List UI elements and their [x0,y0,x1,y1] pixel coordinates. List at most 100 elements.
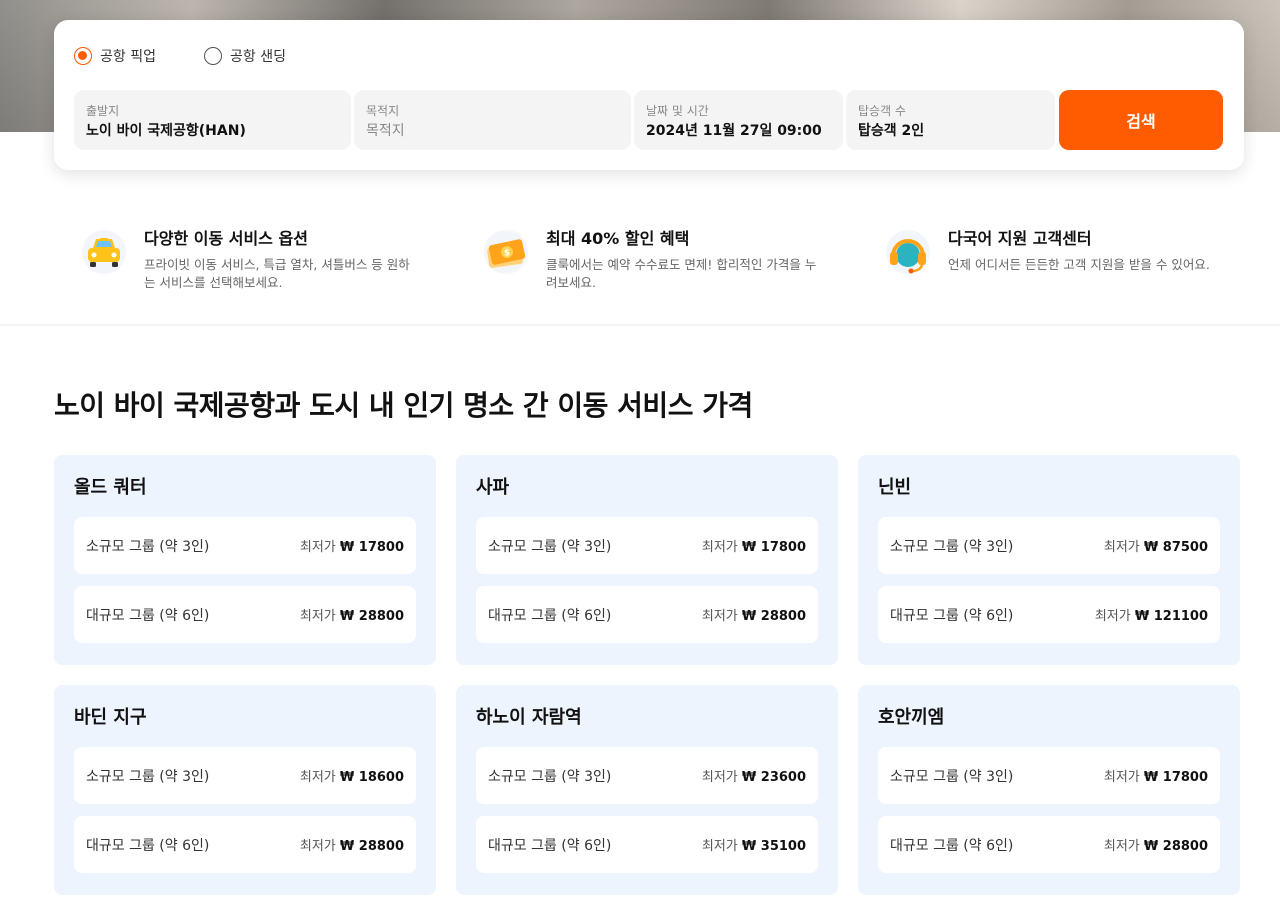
destination-name: 바딘 지구 [74,707,147,728]
destination-field[interactable]: 목적지 목적지 [354,90,631,150]
destination-card: 올드 쿼터 소규모 그룹 (약 3인) 최저가 ₩ 17800 대규모 그룹 (… [54,455,436,665]
lowest-price: 최저가 ₩ 35100 [702,835,806,854]
headset-icon [886,230,930,274]
price-value: ₩ 23600 [741,770,806,785]
feature-item: 다양한 이동 서비스 옵션 프라이빗 이동 서비스, 특급 열차, 셔틀버스 등… [80,228,414,292]
price-row[interactable]: 대규모 그룹 (약 6인) 최저가 ₩ 28800 [476,586,818,643]
lowest-price: 최저가 ₩ 23600 [702,766,806,785]
lowest-price: 최저가 ₩ 28800 [300,605,404,624]
lowest-price: 최저가 ₩ 28800 [702,605,806,624]
price-prefix: 최저가 [701,770,742,785]
price-prefix: 최저가 [1094,609,1135,624]
passengers-value: 탑승객 2인 [858,123,925,139]
destination-card: 사파 소규모 그룹 (약 3인) 최저가 ₩ 17800 대규모 그룹 (약 6… [456,455,838,665]
section-divider [0,324,1280,326]
price-prefix: 최저가 [701,839,742,854]
price-row[interactable]: 소규모 그룹 (약 3인) 최저가 ₩ 17800 [476,517,818,574]
airport-pickup-radio[interactable]: 공항 픽업 [74,46,156,66]
price-row[interactable]: 대규모 그룹 (약 6인) 최저가 ₩ 121100 [878,586,1220,643]
price-value: ₩ 28800 [339,609,404,624]
group-size-label: 대규모 그룹 (약 6인) [890,837,1014,854]
destination-name: 올드 쿼터 [74,477,147,498]
group-size-label: 소규모 그룹 (약 3인) [86,538,210,555]
group-size-label: 소규모 그룹 (약 3인) [488,538,612,555]
destination-name: 사파 [476,477,510,498]
price-prefix: 최저가 [1103,839,1144,854]
lowest-price: 최저가 ₩ 28800 [1104,835,1208,854]
passengers-label: 탑승객 수 [858,104,906,118]
car-icon [82,230,126,274]
origin-label: 출발지 [86,104,120,118]
lowest-price: 최저가 ₩ 87500 [1104,536,1208,555]
destination-name: 하노이 자람역 [476,707,582,728]
origin-value: 노이 바이 국제공항(HAN) [86,123,246,139]
lowest-price: 최저가 ₩ 121100 [1095,605,1208,624]
price-value: ₩ 17800 [339,540,404,555]
destination-card: 하노이 자람역 소규모 그룹 (약 3인) 최저가 ₩ 23600 대규모 그룹… [456,685,838,895]
lowest-price: 최저가 ₩ 28800 [300,835,404,854]
group-size-label: 소규모 그룹 (약 3인) [86,768,210,785]
destination-card: 호안끼엠 소규모 그룹 (약 3인) 최저가 ₩ 17800 대규모 그룹 (약… [858,685,1240,895]
group-size-label: 대규모 그룹 (약 6인) [890,607,1014,624]
price-value: ₩ 17800 [1143,770,1208,785]
destination-label: 목적지 [366,104,400,118]
feature-title: 다국어 지원 고객센터 [948,229,1092,248]
group-size-label: 소규모 그룹 (약 3인) [488,768,612,785]
lowest-price: 최저가 ₩ 17800 [300,536,404,555]
price-row[interactable]: 대규모 그룹 (약 6인) 최저가 ₩ 28800 [878,816,1220,873]
destination-card: 바딘 지구 소규모 그룹 (약 3인) 최저가 ₩ 18600 대규모 그룹 (… [54,685,436,895]
trip-type-radio-group: 공항 픽업 공항 샌딩 [74,46,286,66]
price-row[interactable]: 소규모 그룹 (약 3인) 최저가 ₩ 17800 [74,517,416,574]
lowest-price: 최저가 ₩ 17800 [702,536,806,555]
datetime-label: 날짜 및 시간 [646,104,709,118]
feature-title: 최대 40% 할인 혜택 [546,229,690,248]
feature-title: 다양한 이동 서비스 옵션 [144,229,308,248]
price-prefix: 최저가 [1103,540,1144,555]
destination-card: 닌빈 소규모 그룹 (약 3인) 최저가 ₩ 87500 대규모 그룹 (약 6… [858,455,1240,665]
price-prefix: 최저가 [701,540,742,555]
price-value: ₩ 87500 [1143,540,1208,555]
price-prefix: 최저가 [299,770,340,785]
price-value: ₩ 121100 [1134,609,1208,624]
price-prefix: 최저가 [299,540,340,555]
transfer-search-card: 공항 픽업 공항 샌딩 출발지 노이 바이 국제공항(HAN) 목적지 목적지 … [54,20,1244,170]
passengers-field[interactable]: 탑승객 수 탑승객 2인 [846,90,1055,150]
price-value: ₩ 18600 [339,770,404,785]
price-value: ₩ 28800 [1143,839,1208,854]
feature-item: 다국어 지원 고객센터 언제 어디서든 든든한 고객 지원을 받을 수 있어요. [884,228,1248,276]
lowest-price: 최저가 ₩ 17800 [1104,766,1208,785]
price-row[interactable]: 소규모 그룹 (약 3인) 최저가 ₩ 87500 [878,517,1220,574]
price-row[interactable]: 대규모 그룹 (약 6인) 최저가 ₩ 28800 [74,586,416,643]
radio-unselected-icon [203,47,222,65]
lowest-price: 최저가 ₩ 18600 [300,766,404,785]
radio-selected-icon [74,47,92,65]
price-value: ₩ 28800 [741,609,806,624]
search-button[interactable]: 검색 [1059,90,1223,150]
origin-field[interactable]: 출발지 노이 바이 국제공항(HAN) [74,90,351,150]
datetime-value: 2024년 11월 27일 09:00 [646,123,822,139]
airport-sending-radio[interactable]: 공항 샌딩 [203,46,286,66]
price-row[interactable]: 대규모 그룹 (약 6인) 최저가 ₩ 28800 [74,816,416,873]
feature-description: 클룩에서는 예약 수수료도 면제! 합리적인 가격을 누려보세요. [546,257,817,290]
price-row[interactable]: 소규모 그룹 (약 3인) 최저가 ₩ 18600 [74,747,416,804]
price-row[interactable]: 소규모 그룹 (약 3인) 최저가 ₩ 17800 [878,747,1220,804]
datetime-field[interactable]: 날짜 및 시간 2024년 11월 27일 09:00 [634,90,843,150]
group-size-label: 대규모 그룹 (약 6인) [86,837,210,854]
price-row[interactable]: 소규모 그룹 (약 3인) 최저가 ₩ 23600 [476,747,818,804]
group-size-label: 대규모 그룹 (약 6인) [86,607,210,624]
airport-sending-label: 공항 샌딩 [229,49,286,65]
section-title: 노이 바이 국제공항과 도시 내 인기 명소 간 이동 서비스 가격 [54,389,753,422]
svg-text:$: $ [504,249,510,259]
destination-name: 호안끼엠 [878,707,945,728]
group-size-label: 소규모 그룹 (약 3인) [890,768,1014,785]
price-prefix: 최저가 [1103,770,1144,785]
destination-placeholder: 목적지 [366,123,405,139]
price-row[interactable]: 대규모 그룹 (약 6인) 최저가 ₩ 35100 [476,816,818,873]
price-value: ₩ 17800 [741,540,806,555]
price-value: ₩ 28800 [339,839,404,854]
group-size-label: 대규모 그룹 (약 6인) [488,837,612,854]
price-prefix: 최저가 [299,839,340,854]
group-size-label: 대규모 그룹 (약 6인) [488,607,612,624]
feature-item: $ 최대 40% 할인 혜택 클룩에서는 예약 수수료도 면제! 합리적인 가격… [482,228,826,292]
price-prefix: 최저가 [299,609,340,624]
